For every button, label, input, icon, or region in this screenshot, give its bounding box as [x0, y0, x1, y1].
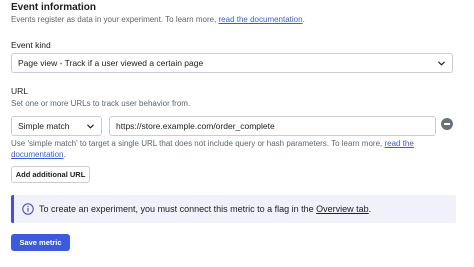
- read-documentation-link[interactable]: read the documentation: [219, 15, 303, 24]
- read-the-documentation-link[interactable]: read the: [384, 139, 413, 148]
- help-period: .: [63, 150, 66, 159]
- url-description: Set one or more URLs to track user behav…: [11, 99, 191, 108]
- documentation-link[interactable]: documentation: [11, 150, 63, 159]
- url-input-value: https://store.example.com/order_complete: [116, 121, 275, 131]
- chevron-down-icon: [87, 124, 94, 129]
- url-help-text-line1: Use 'simple match' to target a single UR…: [11, 139, 414, 148]
- info-callout: To create an experiment, you must connec…: [11, 195, 456, 223]
- event-kind-selected-value: Page view - Track if a user viewed a cer…: [18, 58, 204, 68]
- add-additional-url-button[interactable]: Add additional URL: [11, 166, 90, 183]
- chevron-down-icon: [438, 61, 445, 66]
- url-help-text-line2: documentation.: [11, 150, 66, 159]
- url-label: URL: [11, 86, 29, 96]
- save-metric-button[interactable]: Save metric: [11, 234, 70, 251]
- callout-message: To create an experiment, you must connec…: [39, 204, 371, 214]
- remove-url-button[interactable]: [441, 118, 453, 130]
- match-type-select[interactable]: Simple match: [11, 116, 102, 136]
- event-kind-label: Event kind: [11, 40, 51, 50]
- description-text: Events register as data in your experime…: [11, 15, 219, 24]
- description-period: .: [302, 15, 305, 24]
- event-kind-select[interactable]: Page view - Track if a user viewed a cer…: [11, 53, 453, 73]
- url-input[interactable]: https://store.example.com/order_complete: [109, 116, 436, 136]
- match-type-selected-value: Simple match: [18, 121, 70, 131]
- event-information-description: Events register as data in your experime…: [11, 15, 305, 24]
- event-information-title: Event information: [11, 2, 97, 13]
- info-icon: [22, 203, 34, 215]
- callout-text: To create an experiment, you must connec…: [39, 204, 317, 214]
- url-help-text: Use 'simple match' to target a single UR…: [11, 139, 385, 148]
- overview-tab-link[interactable]: Overview tab: [316, 204, 369, 214]
- minus-icon: [444, 123, 450, 125]
- callout-period: .: [368, 204, 372, 214]
